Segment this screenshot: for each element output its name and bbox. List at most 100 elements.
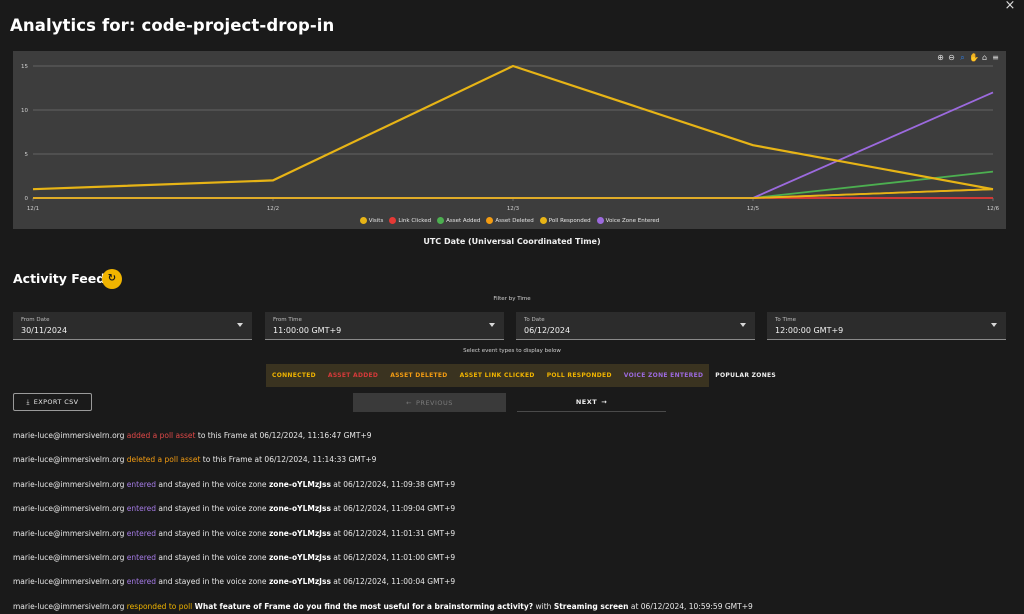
- y-tick-label: 5: [25, 152, 29, 158]
- refresh-button[interactable]: ↻: [102, 269, 122, 289]
- feed-action: entered: [126, 528, 156, 538]
- filter-caption: Filter by Time: [493, 296, 531, 302]
- legend-marker: [486, 217, 494, 224]
- feed-text: at 06/12/2024, 11:00:04 GMT+9: [330, 577, 456, 587]
- legend-marker: [389, 217, 397, 224]
- feed-text: at 06/12/2024, 11:09:38 GMT+9: [330, 479, 456, 489]
- feed-user: marie-luce@immersivelrn.org: [13, 431, 127, 440]
- feed-text: and stayed in the voice zone: [155, 504, 269, 514]
- to-date-value: 06/12/2024: [524, 326, 571, 335]
- previous-label: PREVIOUS: [416, 398, 453, 407]
- previous-button[interactable]: ← PREVIOUS: [353, 393, 506, 412]
- chart-svg: 0 5 10 15 12/1 12/2 12/3 12/5 12/6: [21, 64, 1000, 212]
- feed-row: marie-luce@immersivelrn.org deleted a po…: [13, 455, 1013, 479]
- legend-label: Visits: [368, 217, 384, 224]
- series-line-visits: [32, 64, 994, 191]
- x-tick-label: 12/5: [747, 206, 760, 212]
- zoom-in-icon[interactable]: ⊕: [936, 53, 945, 62]
- export-csv-button[interactable]: ⤓ EXPORT CSV: [13, 393, 92, 411]
- caret-down-icon: [991, 323, 997, 327]
- feed-highlight: zone-oYLMzJss: [268, 577, 331, 587]
- feed-highlight: zone-oYLMzJss: [268, 479, 331, 489]
- event-type-poll-responded-button[interactable]: POLL RESPONDED: [540, 364, 618, 387]
- feed-action: entered: [126, 577, 156, 587]
- x-tick-label: 12/1: [27, 206, 39, 212]
- to-time-select[interactable]: To Time 12:00:00 GMT+9: [767, 312, 1006, 340]
- legend-marker: [539, 217, 547, 224]
- from-time-select[interactable]: From Time 11:00:00 GMT+9: [265, 312, 504, 340]
- feed-text: and stayed in the voice zone: [155, 577, 269, 587]
- legend-item[interactable]: Visits: [359, 217, 384, 224]
- feed-text: at 06/12/2024, 10:59:59 GMT+9: [628, 601, 753, 611]
- export-csv-label: EXPORT CSV: [33, 398, 79, 406]
- legend-marker: [437, 217, 445, 224]
- feed-row: marie-luce@immersivelrn.org added a poll…: [13, 431, 1013, 455]
- legend-label: Asset Added: [446, 217, 481, 224]
- feed-row: marie-luce@immersivelrn.org entered and …: [13, 529, 1013, 553]
- next-label: NEXT: [575, 398, 598, 406]
- legend-item[interactable]: Poll Responded: [539, 217, 591, 224]
- event-type-toggle-group: CONNECTED ASSET ADDED ASSET DELETED ASSET L…: [266, 364, 783, 387]
- to-date-select[interactable]: To Date 06/12/2024: [516, 312, 755, 340]
- feed-row: marie-luce@immersivelrn.org entered and …: [13, 553, 1013, 577]
- from-date-value: 30/11/2024: [21, 326, 68, 335]
- arrow-left-icon: ←: [406, 398, 413, 407]
- legend-item[interactable]: Asset Added: [437, 217, 480, 224]
- legend-item[interactable]: Asset Deleted: [486, 217, 534, 224]
- page-title: Analytics for: code-project-drop-in: [10, 16, 335, 35]
- event-type-asset-deleted-button[interactable]: ASSET DELETED: [384, 364, 454, 387]
- chart-toolbar: ⊕ ⊖ ⌕ ✋ ⌂ ≡: [936, 53, 1000, 62]
- event-type-popular-zones-button[interactable]: POPULAR ZONES: [709, 364, 783, 387]
- legend-label: Asset Deleted: [495, 217, 534, 224]
- feed-action: entered: [126, 504, 156, 514]
- feed-action: responded to poll: [126, 601, 193, 611]
- x-tick-label: 12/2: [267, 206, 279, 212]
- event-types-caption: Select event types to display below: [463, 348, 561, 354]
- from-date-select[interactable]: From Date 30/11/2024: [13, 312, 252, 340]
- caret-down-icon: [489, 323, 495, 327]
- to-date-label: To Date: [524, 317, 545, 323]
- close-icon[interactable]: ×: [1002, 0, 1018, 14]
- feed-action: deleted a poll asset: [126, 455, 201, 465]
- feed-row: marie-luce@immersivelrn.org entered and …: [13, 480, 1013, 504]
- legend-item[interactable]: Link Clicked: [389, 217, 431, 224]
- feed-text: and stayed in the voice zone: [155, 479, 269, 489]
- next-button[interactable]: NEXT →: [517, 393, 666, 412]
- zoom-out-icon[interactable]: ⊖: [947, 53, 956, 62]
- chart-legend: Visits Link Clicked Asset Added Asset Delet…: [13, 217, 1006, 224]
- feed-user: marie-luce@immersivelrn.org: [13, 455, 127, 465]
- feed-action: added a poll asset: [126, 431, 196, 440]
- caret-down-icon: [740, 323, 746, 327]
- home-reset-icon[interactable]: ⌂: [980, 53, 989, 62]
- feed-user: marie-luce@immersivelrn.org: [13, 577, 127, 587]
- feed-highlight: zone-oYLMzJss: [268, 552, 331, 562]
- legend-label: Voice Zone Entered: [605, 217, 660, 224]
- legend-item[interactable]: Voice Zone Entered: [596, 217, 660, 224]
- caret-down-icon: [237, 323, 243, 327]
- y-tick-label: 0: [25, 196, 29, 202]
- event-type-asset-link-clicked-button[interactable]: ASSET LINK CLICKED: [453, 364, 541, 387]
- x-tick-label: 12/3: [507, 206, 520, 212]
- feed-row: marie-luce@immersivelrn.org entered and …: [13, 577, 1013, 601]
- x-tick-label: 12/6: [987, 206, 1000, 212]
- feed-text: and stayed in the voice zone: [155, 528, 269, 538]
- pan-hand-icon[interactable]: ✋: [969, 53, 979, 62]
- selection-zoom-icon[interactable]: ⌕: [958, 53, 967, 62]
- feed-text: to this Frame at 06/12/2024, 11:14:33 GM…: [200, 455, 377, 465]
- feed-highlight: zone-oYLMzJss: [268, 504, 331, 514]
- event-type-connected-button[interactable]: CONNECTED: [266, 364, 322, 387]
- legend-label: Poll Responded: [548, 217, 591, 224]
- feed-text: at 06/12/2024, 11:01:00 GMT+9: [330, 552, 456, 562]
- arrow-right-icon: →: [601, 398, 608, 406]
- feed-row: marie-luce@immersivelrn.org responded to…: [13, 602, 1013, 614]
- event-type-voice-zone-entered-button[interactable]: VOICE ZONE ENTERED: [617, 364, 710, 387]
- feed-text: and stayed in the voice zone: [155, 552, 269, 562]
- legend-marker: [359, 217, 367, 224]
- from-date-label: From Date: [21, 317, 50, 323]
- menu-icon[interactable]: ≡: [991, 53, 1000, 62]
- from-time-value: 11:00:00 GMT+9: [273, 326, 342, 335]
- series-line-voice-zone-entered: [33, 91, 994, 199]
- event-type-asset-added-button[interactable]: ASSET ADDED: [321, 364, 385, 387]
- x-axis-title: UTC Date (Universal Coordinated Time): [423, 237, 601, 246]
- analytics-chart: 0 5 10 15 12/1 12/2 12/3 12/5 12/6 ⊕ ⊖ ⌕ ✋ ⌂ ≡ V…: [13, 51, 1006, 229]
